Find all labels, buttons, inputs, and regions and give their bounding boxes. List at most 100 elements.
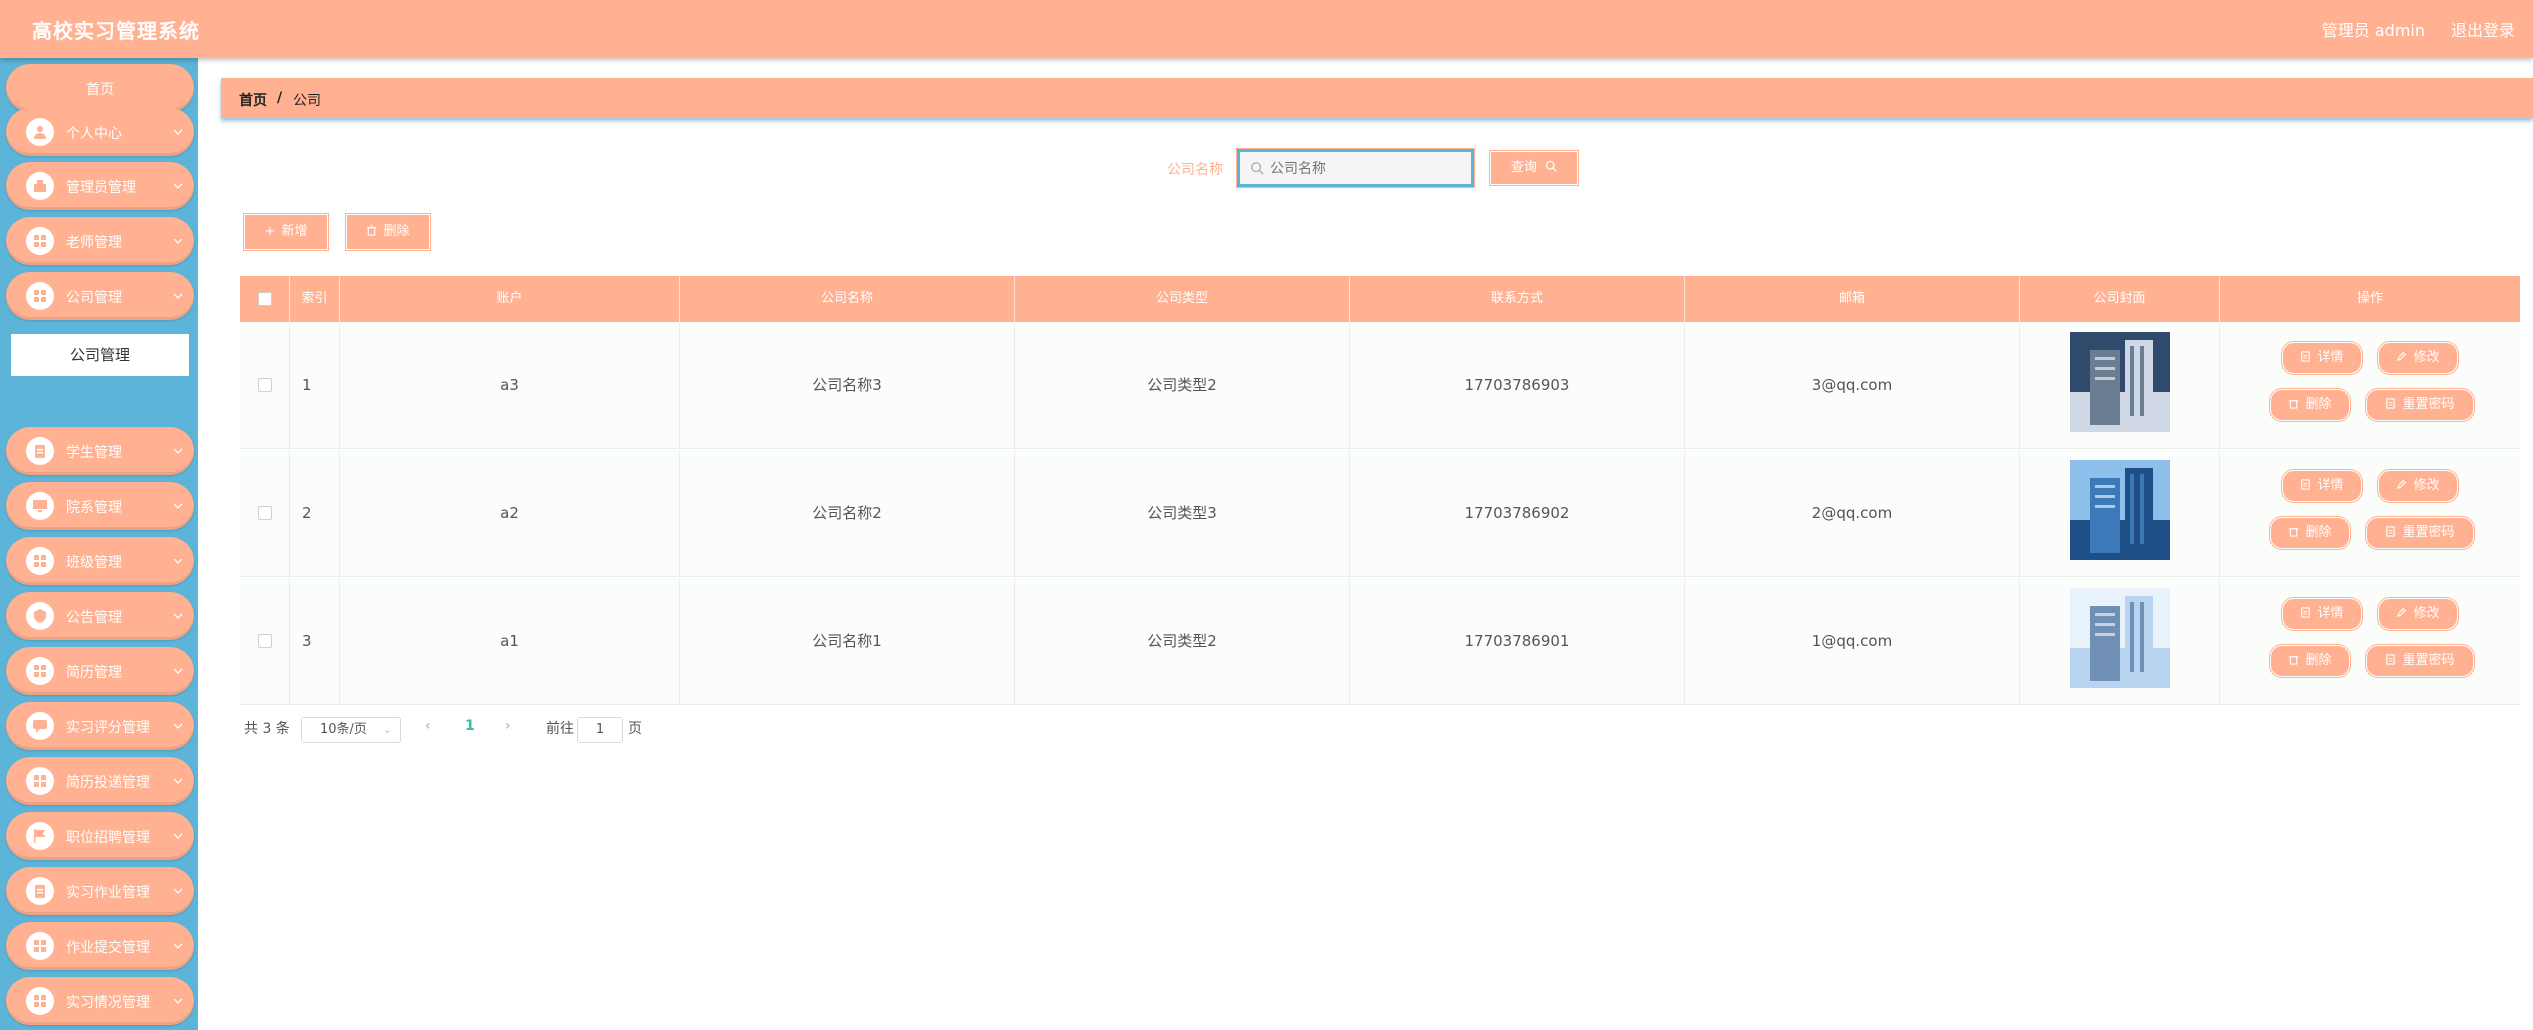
sidebar-item-5[interactable]: 学生管理 — [6, 427, 194, 475]
reset-password-label: 重置密码 — [2402, 525, 2455, 540]
chevron-down-icon — [173, 668, 183, 674]
col-email: 邮箱 — [1685, 276, 2020, 322]
trash-icon — [2289, 656, 2299, 665]
page-number-current[interactable]: 1 — [465, 718, 475, 734]
document-icon — [2386, 654, 2396, 665]
edit-button-label: 修改 — [2413, 606, 2440, 621]
cell-actions: 详情 修改删除 重置密码 — [2220, 450, 2520, 577]
sidebar-item-10[interactable]: 实习评分管理 — [6, 702, 194, 750]
detail-button[interactable]: 详情 — [2282, 470, 2362, 502]
sidebar-item-1[interactable]: 个人中心 — [6, 108, 194, 156]
cell-cover — [2020, 450, 2220, 577]
grid-icon — [34, 940, 46, 952]
chevron-down-icon — [173, 503, 183, 509]
cell-actions: 详情 修改删除 重置密码 — [2220, 578, 2520, 705]
admin-icon — [34, 180, 46, 192]
sidebar-item-label: 职位招聘管理 — [66, 830, 150, 846]
search-icon — [1251, 162, 1264, 175]
search-field[interactable] — [1236, 148, 1475, 188]
sidebar-icon-wrap — [26, 227, 54, 255]
sidebar-icon-wrap — [26, 822, 54, 850]
search-input[interactable] — [1270, 159, 1460, 179]
breadcrumb-home[interactable]: 首页 — [239, 90, 267, 110]
edit-button[interactable]: 修改 — [2378, 342, 2458, 374]
sidebar-icon-wrap — [26, 492, 54, 520]
pagination-total: 共 3 条 — [244, 721, 290, 737]
sidebar-icon-wrap — [26, 437, 54, 465]
sidebar-item-12[interactable]: 职位招聘管理 — [6, 812, 194, 860]
delete-button-label: 删除 — [2305, 525, 2332, 540]
edit-button[interactable]: 修改 — [2378, 470, 2458, 502]
company-cover-image[interactable] — [2069, 460, 2170, 560]
breadcrumb-separator: / — [277, 90, 283, 106]
shield-icon — [34, 609, 46, 623]
chevron-down-icon — [173, 943, 183, 949]
grid-icon — [34, 555, 46, 567]
reset-password-button[interactable]: 重置密码 — [2366, 389, 2474, 421]
cell-cover — [2020, 578, 2220, 705]
detail-button[interactable]: 详情 — [2282, 598, 2362, 630]
cell-phone: 17703786902 — [1350, 450, 1685, 577]
chevron-down-icon — [173, 448, 183, 454]
cell-phone: 17703786903 — [1350, 322, 1685, 449]
detail-button-label: 详情 — [2317, 606, 2344, 621]
sidebar-item-label: 公司管理 — [66, 290, 122, 306]
delete-button[interactable]: 删除 — [2270, 517, 2350, 549]
add-button-label: 新增 — [281, 224, 308, 239]
delete-button[interactable]: 删除 — [2270, 389, 2350, 421]
sidebar-item-15[interactable]: 实习情况管理 — [6, 977, 194, 1025]
company-cover-image[interactable] — [2069, 332, 2170, 432]
row-checkbox[interactable] — [258, 378, 272, 392]
search-button[interactable]: 查询 — [1490, 151, 1578, 185]
document-icon — [2301, 479, 2311, 490]
sidebar-item-13[interactable]: 实习作业管理 — [6, 867, 194, 915]
pencil-icon — [2397, 480, 2407, 490]
detail-button[interactable]: 详情 — [2282, 342, 2362, 374]
sidebar-item-4[interactable]: 公司管理 — [6, 272, 194, 320]
sidebar-item-3[interactable]: 老师管理 — [6, 217, 194, 265]
sidebar-item-9[interactable]: 简历管理 — [6, 647, 194, 695]
trash-icon — [2289, 400, 2299, 409]
submenu-company-manage[interactable]: 公司管理 — [10, 333, 190, 377]
add-button[interactable]: + 新增 — [244, 214, 328, 250]
edit-button[interactable]: 修改 — [2378, 598, 2458, 630]
sidebar-item-8[interactable]: 公告管理 — [6, 592, 194, 640]
col-actions: 操作 — [2356, 291, 2383, 306]
col-company-name: 公司名称 — [680, 276, 1015, 322]
reset-password-label: 重置密码 — [2402, 653, 2455, 668]
pencil-icon — [2397, 608, 2407, 618]
goto-page-input[interactable]: 1 — [577, 717, 623, 743]
prev-page-icon[interactable]: ‹ — [425, 718, 431, 734]
logout-link[interactable]: 退出登录 — [2451, 17, 2515, 41]
cell-index: 3 — [290, 578, 340, 705]
sidebar-item-label: 作业提交管理 — [66, 940, 150, 956]
sidebar-item-label: 简历投递管理 — [66, 775, 150, 791]
sidebar-item-6[interactable]: 院系管理 — [6, 482, 194, 530]
page-size-select[interactable]: 10条/页 ⌄ — [301, 717, 401, 743]
sidebar-icon-wrap — [26, 118, 54, 146]
chevron-down-icon — [173, 723, 183, 729]
chevron-down-icon — [173, 558, 183, 564]
delete-button[interactable]: 删除 — [2270, 645, 2350, 677]
trash-icon — [2289, 528, 2299, 537]
row-checkbox[interactable] — [258, 506, 272, 520]
sidebar-item-11[interactable]: 简历投递管理 — [6, 757, 194, 805]
batch-delete-button[interactable]: 删除 — [346, 214, 430, 250]
reset-password-button[interactable]: 重置密码 — [2366, 517, 2474, 549]
select-all-checkbox[interactable] — [258, 292, 272, 306]
next-page-icon[interactable]: › — [505, 718, 511, 734]
sidebar-item-7[interactable]: 班级管理 — [6, 537, 194, 585]
sidebar-item-2[interactable]: 管理员管理 — [6, 162, 194, 210]
cell-phone: 17703786901 — [1350, 578, 1685, 705]
clipboard-icon — [35, 445, 45, 458]
sidebar-item-14[interactable]: 作业提交管理 — [6, 922, 194, 970]
cell-email: 2@qq.com — [1685, 450, 2020, 577]
top-header: 高校实习管理系统 管理员 admin 退出登录 — [0, 0, 2533, 58]
sidebar-item-home[interactable]: 首页 — [6, 64, 194, 112]
chevron-down-icon — [173, 129, 183, 135]
reset-password-button[interactable]: 重置密码 — [2366, 645, 2474, 677]
pencil-icon — [2397, 352, 2407, 362]
cell-account: a3 — [340, 322, 680, 449]
row-checkbox[interactable] — [258, 634, 272, 648]
company-cover-image[interactable] — [2069, 588, 2170, 688]
